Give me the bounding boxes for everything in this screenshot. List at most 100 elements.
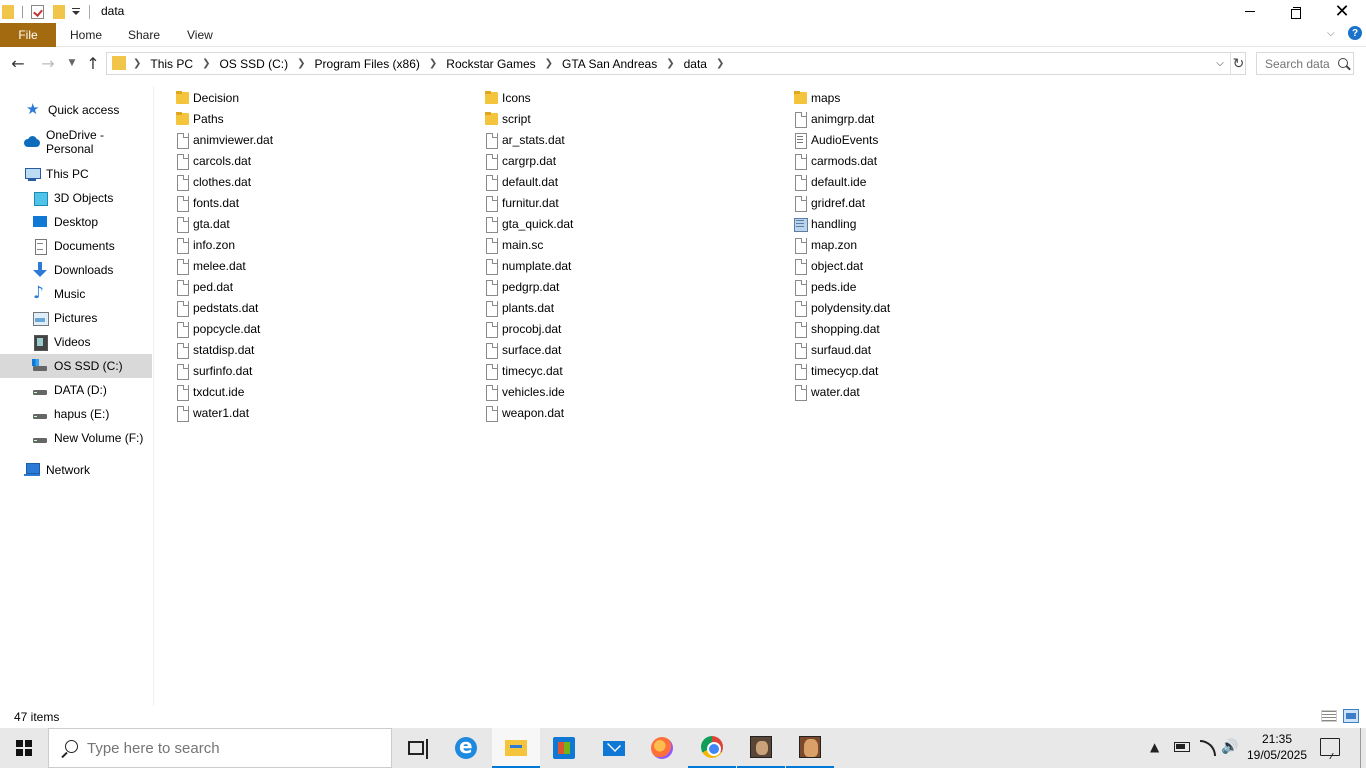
list-item[interactable]: cargrp.dat — [485, 150, 556, 171]
list-item[interactable]: Decision — [176, 87, 239, 108]
list-item[interactable]: carcols.dat — [176, 150, 251, 171]
up-button[interactable]: ↑ — [83, 53, 103, 73]
sidebar-item-new-volume[interactable]: New Volume (F:) — [0, 426, 152, 450]
list-item[interactable]: ar_stats.dat — [485, 129, 565, 150]
search-input[interactable] — [1257, 53, 1337, 74]
breadcrumb-separator-icon[interactable]: ❯ — [297, 58, 305, 69]
list-item[interactable]: Paths — [176, 108, 224, 129]
show-desktop-button[interactable] — [1360, 728, 1361, 768]
list-item[interactable]: AudioEvents — [794, 129, 878, 150]
list-item[interactable]: script — [485, 108, 531, 129]
help-icon[interactable]: ? — [1348, 26, 1362, 40]
tab-view[interactable]: View — [187, 28, 213, 42]
list-item[interactable]: vehicles.ide — [485, 381, 565, 402]
customize-toolbar-icon[interactable] — [71, 7, 81, 17]
close-button[interactable]: ✕ — [1319, 0, 1365, 23]
list-item[interactable]: txdcut.ide — [176, 381, 244, 402]
sidebar-item-downloads[interactable]: Downloads — [0, 258, 152, 282]
notification-center-icon[interactable] — [1320, 738, 1340, 756]
list-item[interactable]: gta.dat — [176, 213, 230, 234]
sidebar-item-quick-access[interactable]: Quick access — [0, 98, 152, 122]
mail-button[interactable] — [590, 728, 638, 768]
task-view-button[interactable] — [392, 728, 440, 768]
list-item[interactable]: gridref.dat — [794, 192, 865, 213]
list-item[interactable]: polydensity.dat — [794, 297, 890, 318]
list-item[interactable]: animgrp.dat — [794, 108, 874, 129]
store-button[interactable] — [540, 728, 588, 768]
address-bar[interactable]: ❯ This PC ❯ OS SSD (C:) ❯ Program Files … — [106, 52, 1246, 75]
clock[interactable]: 21:35 19/05/2025 — [1244, 731, 1310, 765]
list-item[interactable]: ped.dat — [176, 276, 233, 297]
search-box[interactable] — [1256, 52, 1354, 75]
sidebar-item-hapus-drive[interactable]: hapus (E:) — [0, 402, 152, 426]
sidebar-item-music[interactable]: Music — [0, 282, 152, 306]
breadcrumb-separator-icon[interactable]: ❯ — [716, 58, 724, 69]
list-item[interactable]: carmods.dat — [794, 150, 877, 171]
sidebar-item-videos[interactable]: Videos — [0, 330, 152, 354]
list-item[interactable]: water.dat — [794, 381, 860, 402]
list-item[interactable]: timecycp.dat — [794, 360, 878, 381]
new-folder-icon[interactable] — [53, 5, 65, 19]
tab-file[interactable]: File — [0, 23, 56, 47]
expand-ribbon-icon[interactable]: ⌵ — [1327, 28, 1335, 39]
breadcrumb-separator-icon[interactable]: ❯ — [133, 58, 141, 69]
list-item[interactable]: peds.ide — [794, 276, 856, 297]
breadcrumb-item[interactable]: Program Files (x86) — [315, 57, 420, 71]
list-item[interactable]: Icons — [485, 87, 531, 108]
list-item[interactable]: pedgrp.dat — [485, 276, 559, 297]
tab-share[interactable]: Share — [128, 28, 160, 42]
sidebar-item-pictures[interactable]: Pictures — [0, 306, 152, 330]
breadcrumb-separator-icon[interactable]: ❯ — [429, 58, 437, 69]
list-item[interactable]: info.zon — [176, 234, 235, 255]
list-item[interactable]: plants.dat — [485, 297, 554, 318]
chrome-button[interactable] — [688, 728, 736, 768]
sidebar-item-desktop[interactable]: Desktop — [0, 210, 152, 234]
list-item[interactable]: surfaud.dat — [794, 339, 871, 360]
list-item[interactable]: default.ide — [794, 171, 866, 192]
firefox-button[interactable] — [638, 728, 686, 768]
list-item[interactable]: default.dat — [485, 171, 558, 192]
taskbar-search[interactable] — [48, 728, 392, 768]
wifi-icon[interactable] — [1200, 740, 1216, 756]
list-item[interactable]: timecyc.dat — [485, 360, 563, 381]
folder-icon[interactable] — [2, 5, 14, 19]
sidebar-item-3d-objects[interactable]: 3D Objects — [0, 186, 152, 210]
list-item[interactable]: handling — [794, 213, 856, 234]
show-hidden-icons-chevron-icon[interactable]: ▲ — [1150, 740, 1164, 754]
properties-icon[interactable] — [31, 5, 44, 19]
sidebar-item-this-pc[interactable]: This PC — [0, 162, 152, 186]
list-item[interactable]: gta_quick.dat — [485, 213, 573, 234]
list-item[interactable]: procobj.dat — [485, 318, 561, 339]
file-explorer-button[interactable] — [492, 728, 540, 768]
breadcrumb-item[interactable]: GTA San Andreas — [562, 57, 657, 71]
refresh-button[interactable]: ↻ — [1230, 53, 1246, 74]
list-item[interactable]: animviewer.dat — [176, 129, 273, 150]
breadcrumb-separator-icon[interactable]: ❯ — [666, 58, 674, 69]
battery-icon[interactable] — [1174, 742, 1190, 752]
list-item[interactable]: object.dat — [794, 255, 863, 276]
details-view-icon[interactable] — [1321, 710, 1337, 722]
sidebar-item-onedrive[interactable]: OneDrive - Personal — [0, 128, 152, 156]
forward-button[interactable]: → — [38, 53, 58, 73]
list-item[interactable]: surfinfo.dat — [176, 360, 252, 381]
minimize-button[interactable] — [1227, 0, 1273, 23]
breadcrumb-item[interactable]: OS SSD (C:) — [219, 57, 288, 71]
list-item[interactable]: weapon.dat — [485, 402, 564, 423]
breadcrumb-item[interactable]: data — [684, 57, 707, 71]
list-item[interactable]: fonts.dat — [176, 192, 239, 213]
list-item[interactable]: furnitur.dat — [485, 192, 559, 213]
sidebar-item-network[interactable]: Network — [0, 458, 152, 482]
breadcrumb-item[interactable]: This PC — [150, 57, 193, 71]
game-app-button[interactable] — [737, 728, 785, 768]
list-item[interactable]: clothes.dat — [176, 171, 251, 192]
taskbar-search-input[interactable] — [87, 729, 377, 767]
list-item[interactable]: main.sc — [485, 234, 543, 255]
breadcrumb-separator-icon[interactable]: ❯ — [545, 58, 553, 69]
edge-button[interactable] — [442, 728, 490, 768]
list-item[interactable]: shopping.dat — [794, 318, 880, 339]
list-item[interactable]: pedstats.dat — [176, 297, 258, 318]
list-item[interactable]: map.zon — [794, 234, 857, 255]
list-item[interactable]: numplate.dat — [485, 255, 571, 276]
address-history-chevron-icon[interactable]: ⌵ — [1213, 55, 1227, 72]
volume-icon[interactable]: 🔊 — [1221, 739, 1239, 755]
